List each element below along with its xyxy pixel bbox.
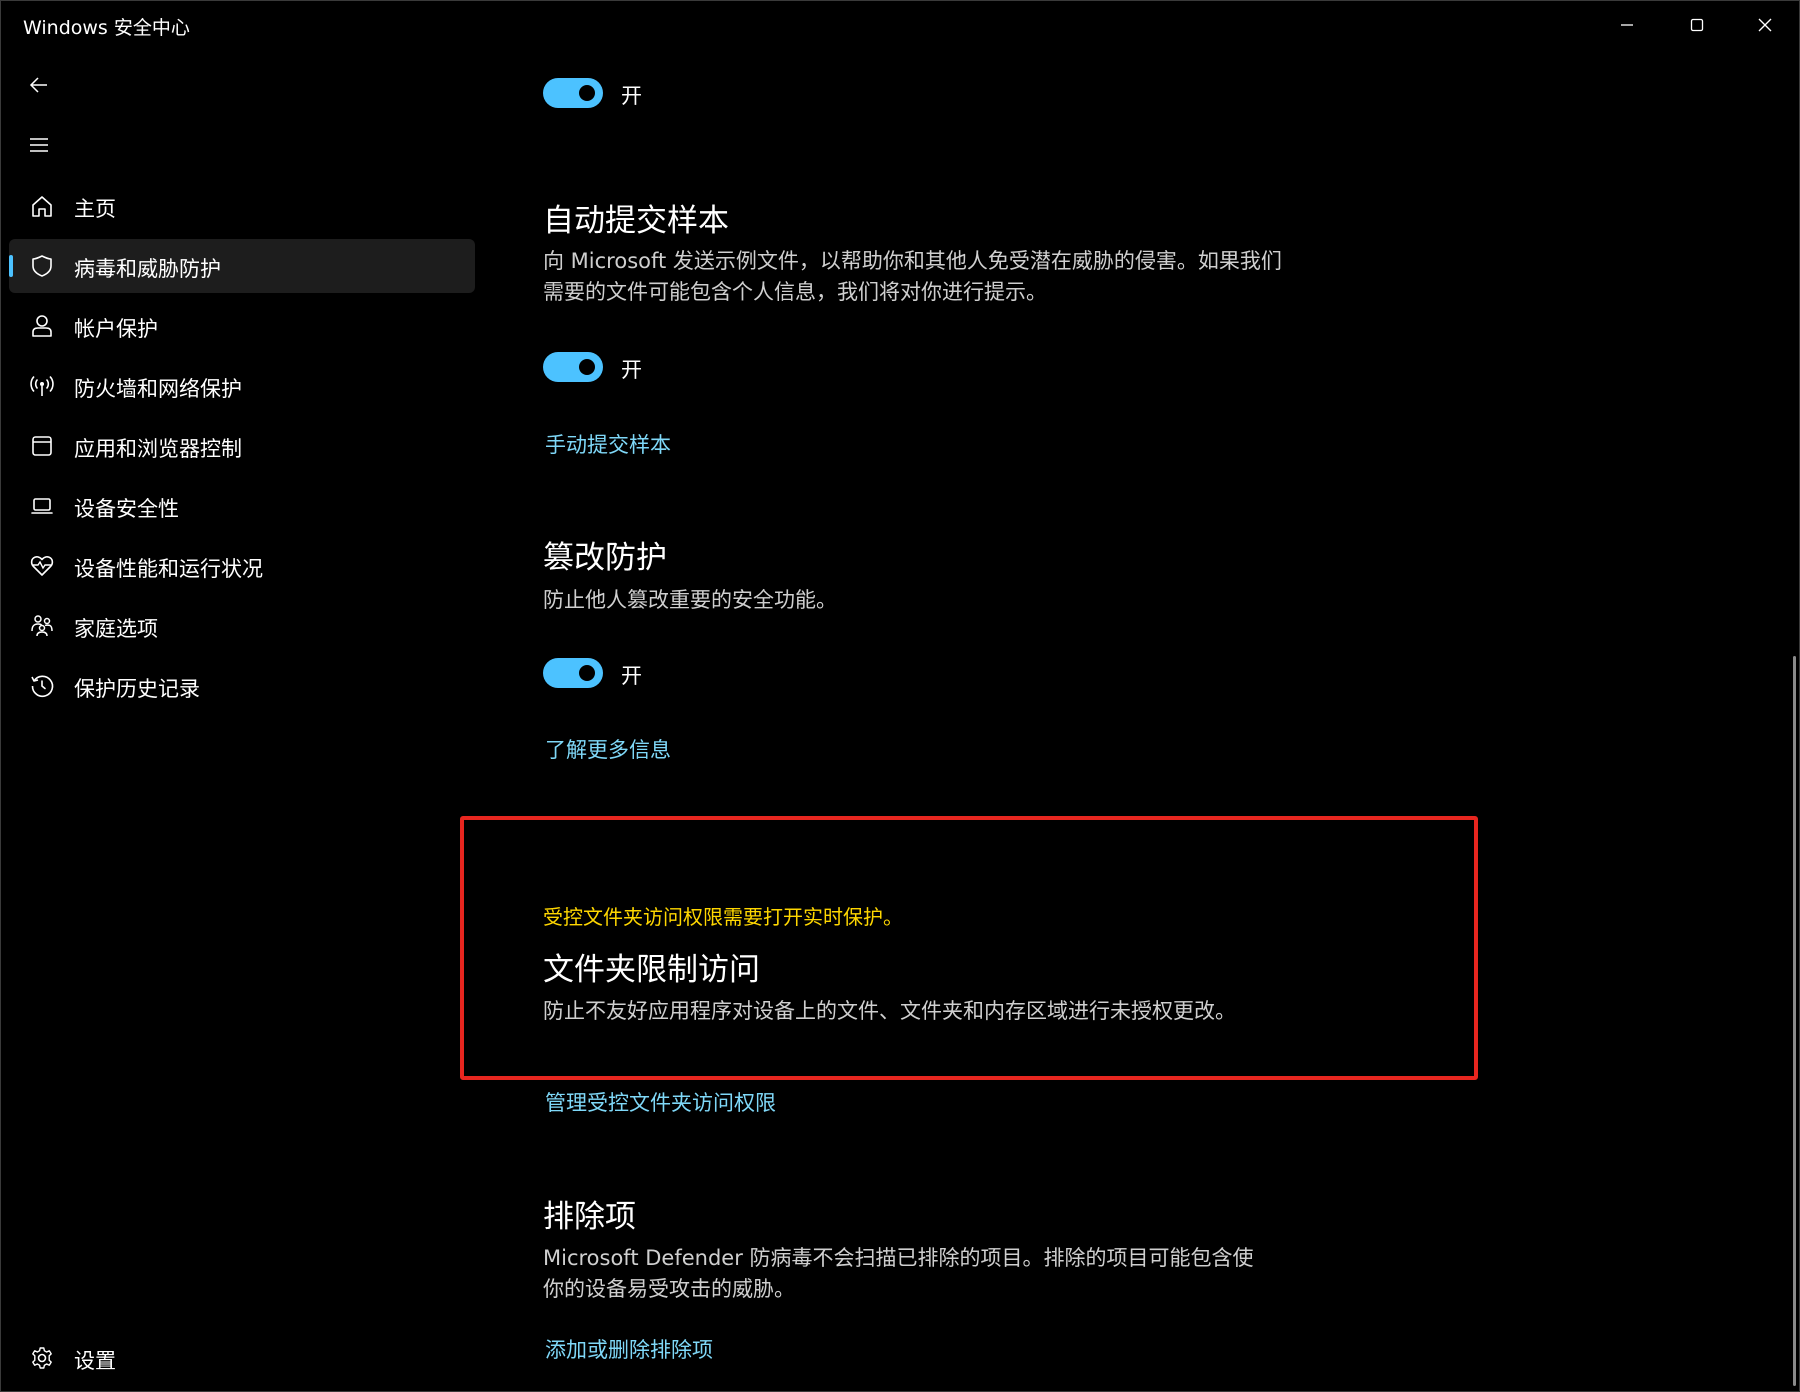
add-remove-exclusions-link[interactable]: 添加或删除排除项 <box>545 1334 713 1364</box>
sidebar-item-virus-protection[interactable]: 病毒和威胁防护 <box>9 239 475 293</box>
toggle-knob <box>579 85 595 101</box>
back-button[interactable] <box>21 67 57 103</box>
tamper-protection-toggle[interactable] <box>543 658 603 688</box>
app-window-icon <box>27 431 57 461</box>
auto-submit-description: 向 Microsoft 发送示例文件，以帮助你和其他人免受潜在威胁的侵害。如果我… <box>543 249 1282 304</box>
person-icon <box>27 311 57 341</box>
cfa-description: 防止不友好应用程序对设备上的文件、文件夹和内存区域进行未授权更改。 <box>543 999 1236 1023</box>
tamper-protection-title: 篡改防护 <box>543 540 667 576</box>
tamper-protection-description: 防止他人篡改重要的安全功能。 <box>543 588 837 612</box>
maximize-icon <box>1690 18 1704 32</box>
sidebar-item-label: 设置 <box>74 1349 116 1373</box>
sidebar-item-firewall[interactable]: 防火墙和网络保护 <box>9 359 475 413</box>
sidebar-item-account-protection[interactable]: 帐户保护 <box>9 299 475 353</box>
sidebar-item-home[interactable]: 主页 <box>9 179 475 233</box>
toggle-knob <box>579 359 595 375</box>
sidebar-item-settings[interactable]: 设置 <box>9 1331 475 1385</box>
gear-icon <box>27 1343 57 1373</box>
sidebar: 主页 病毒和威胁防护 帐户保护 防火墙和网络保护 应用和浏览器控制 设备安全性 … <box>1 49 481 1391</box>
hamburger-icon <box>30 138 48 152</box>
family-icon <box>27 611 57 641</box>
cloud-protection-toggle[interactable] <box>543 78 603 108</box>
sidebar-item-protection-history[interactable]: 保护历史记录 <box>9 659 475 713</box>
sidebar-item-label: 应用和浏览器控制 <box>74 437 242 461</box>
auto-submit-toggle[interactable] <box>543 352 603 382</box>
app-window: Windows 安全中心 主页 病毒和威胁防护 帐户保护 防火墙和网络保护 应用… <box>0 0 1800 1392</box>
exclusions-title: 排除项 <box>543 1199 636 1235</box>
close-icon <box>1758 18 1772 32</box>
sidebar-item-device-health[interactable]: 设备性能和运行状况 <box>9 539 475 593</box>
history-icon <box>27 671 57 701</box>
wifi-signal-icon <box>27 371 57 401</box>
manual-submit-link[interactable]: 手动提交样本 <box>545 429 671 459</box>
sidebar-item-label: 帐户保护 <box>74 317 158 341</box>
title-bar: Windows 安全中心 <box>1 1 1799 49</box>
sidebar-item-app-browser-control[interactable]: 应用和浏览器控制 <box>9 419 475 473</box>
main-content: 开 自动提交样本 向 Microsoft 发送示例文件，以帮助你和其他人免受潜在… <box>460 49 1781 1391</box>
minimize-icon <box>1621 24 1633 26</box>
toggle-knob <box>579 665 595 681</box>
back-arrow-icon <box>29 77 47 93</box>
toggle-state-label: 开 <box>621 664 642 688</box>
maximize-button[interactable] <box>1663 1 1731 49</box>
sidebar-item-label: 设备安全性 <box>74 497 179 521</box>
heart-pulse-icon <box>27 551 57 581</box>
close-button[interactable] <box>1731 1 1799 49</box>
sidebar-item-label: 主页 <box>74 197 116 221</box>
hamburger-menu-button[interactable] <box>21 127 57 163</box>
sidebar-item-family-options[interactable]: 家庭选项 <box>9 599 475 653</box>
sidebar-item-label: 防火墙和网络保护 <box>74 377 242 401</box>
sidebar-item-label: 设备性能和运行状况 <box>74 557 263 581</box>
window-title: Windows 安全中心 <box>23 17 190 39</box>
manage-cfa-link[interactable]: 管理受控文件夹访问权限 <box>545 1087 776 1117</box>
exclusions-description: Microsoft Defender 防病毒不会扫描已排除的项目。排除的项目可能… <box>543 1246 1254 1301</box>
learn-more-link[interactable]: 了解更多信息 <box>545 734 671 764</box>
content-scrollbar[interactable] <box>1793 656 1796 1386</box>
auto-submit-title: 自动提交样本 <box>543 203 729 239</box>
cfa-title: 文件夹限制访问 <box>543 952 760 988</box>
sidebar-item-label: 病毒和威胁防护 <box>74 257 221 281</box>
toggle-state-label: 开 <box>621 84 642 108</box>
cfa-warning-text: 受控文件夹访问权限需要打开实时保护。 <box>543 905 903 929</box>
minimize-button[interactable] <box>1593 1 1661 49</box>
sidebar-item-label: 保护历史记录 <box>74 677 200 701</box>
home-icon <box>27 191 57 221</box>
sidebar-item-device-security[interactable]: 设备安全性 <box>9 479 475 533</box>
laptop-icon <box>27 491 57 521</box>
toggle-state-label: 开 <box>621 358 642 382</box>
sidebar-item-label: 家庭选项 <box>74 617 158 641</box>
shield-icon <box>27 251 57 281</box>
selection-indicator <box>9 255 13 277</box>
